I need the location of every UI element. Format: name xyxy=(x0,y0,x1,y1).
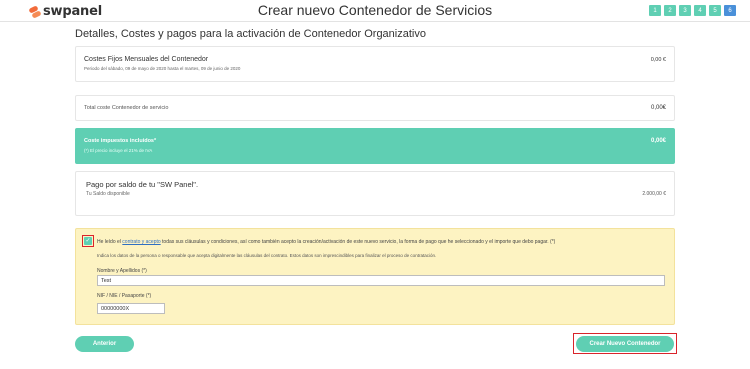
payment-title: Pago por saldo de tu "SW Panel". xyxy=(86,180,199,189)
taxes-note: (*) El precio incluye el 21% de IVA xyxy=(84,148,153,153)
terms-checkbox-highlight: ✓ xyxy=(82,235,94,247)
terms-prefix: He leído el xyxy=(97,239,121,245)
name-label: Nombre y Apellidos (*) xyxy=(97,268,147,274)
total-cost-value: 0,00€ xyxy=(650,105,666,111)
step-indicator: 1 2 3 4 5 6 xyxy=(649,5,736,16)
nif-input[interactable] xyxy=(97,303,165,314)
taxes-label: Coste impuestos incluidos* xyxy=(84,138,157,144)
terms-text: He leído el contrato y acepto todas sus … xyxy=(97,239,555,245)
balance-label: Tu Saldo disponible xyxy=(86,191,130,197)
total-cost-card: Total coste Contenedor de servicio 0,00€ xyxy=(75,95,675,121)
terms-panel: ✓ He leído el contrato y acepto todas su… xyxy=(75,228,675,325)
name-input[interactable] xyxy=(97,275,665,286)
fixed-costs-value: 0,00 € xyxy=(650,57,666,63)
fixed-costs-card: Costes Fijos Mensuales del Contenedor Pe… xyxy=(75,46,675,82)
create-container-button[interactable]: Crear Nuevo Contenedor xyxy=(576,336,674,352)
step-4[interactable]: 4 xyxy=(694,5,706,16)
step-2[interactable]: 2 xyxy=(664,5,676,16)
step-1[interactable]: 1 xyxy=(649,5,661,16)
step-6[interactable]: 6 xyxy=(724,5,736,16)
total-cost-label: Total coste Contenedor de servicio xyxy=(84,105,169,111)
nif-label: NIF / NIE / Pasaporte (*) xyxy=(97,293,152,299)
payment-card: Pago por saldo de tu "SW Panel". Tu Sald… xyxy=(75,171,675,216)
taxes-value: 0,00€ xyxy=(650,138,666,144)
contract-link[interactable]: contrato y acepto xyxy=(122,239,160,245)
step-3[interactable]: 3 xyxy=(679,5,691,16)
previous-button[interactable]: Anterior xyxy=(75,336,134,352)
fixed-costs-period: Periodo del sábado, 09 de mayo de 2020 h… xyxy=(84,66,241,71)
taxes-card: Coste impuestos incluidos* (*) El precio… xyxy=(75,128,675,164)
fixed-costs-title: Costes Fijos Mensuales del Contenedor xyxy=(84,56,209,63)
top-bar: swpanel Crear nuevo Contenedor de Servic… xyxy=(0,0,750,22)
section-title: Detalles, Costes y pagos para la activac… xyxy=(75,28,426,40)
terms-note: Indica los datos de la persona o respons… xyxy=(97,253,437,258)
terms-suffix: todas sus cláusulas y condiciones, así c… xyxy=(162,239,556,245)
terms-checkbox[interactable]: ✓ xyxy=(84,237,92,245)
step-5[interactable]: 5 xyxy=(709,5,721,16)
page-title: Crear nuevo Contenedor de Servicios xyxy=(257,2,493,18)
balance-value: 2.000,00 € xyxy=(642,191,666,197)
